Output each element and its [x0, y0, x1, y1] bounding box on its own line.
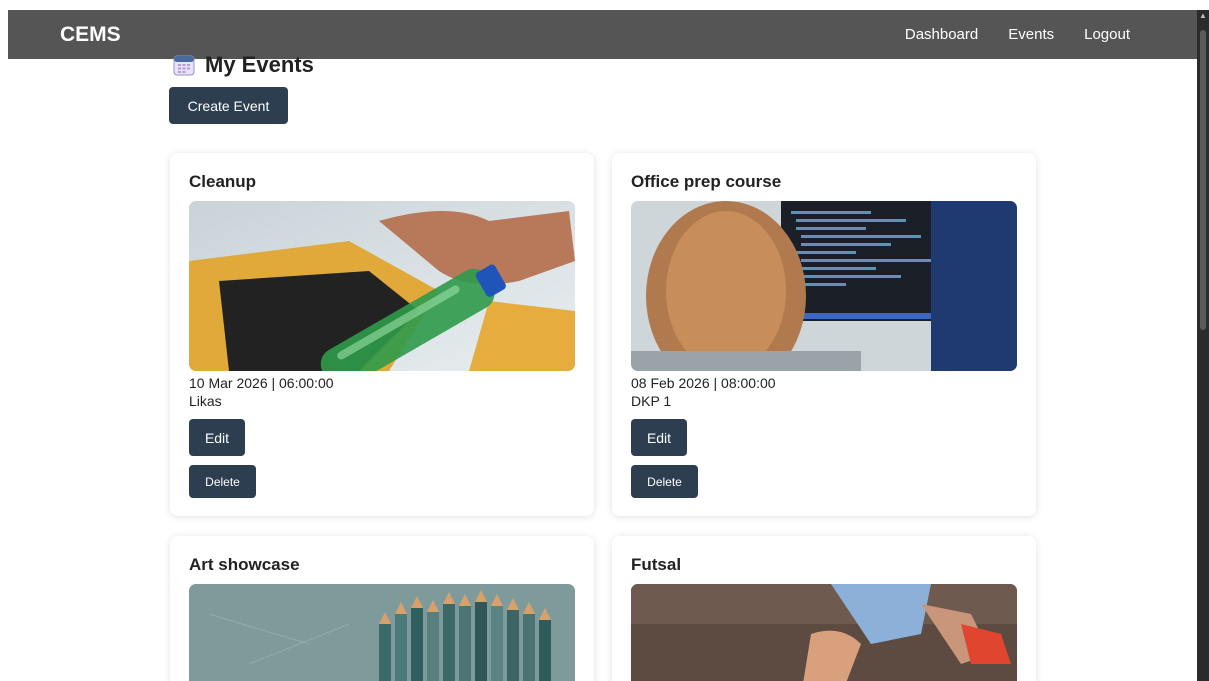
event-venue: DKP 1 — [631, 393, 672, 409]
page-title: My Events — [173, 52, 314, 78]
brand-logo[interactable]: CEMS — [60, 23, 121, 47]
event-image — [631, 201, 1017, 371]
event-title: Office prep course — [631, 172, 782, 191]
event-title: Futsal — [631, 555, 682, 574]
event-date: 10 Mar 2026 | 06:00:00 — [189, 375, 334, 391]
edit-button[interactable]: Edit — [189, 419, 245, 456]
event-venue: Likas — [189, 393, 222, 409]
create-event-button[interactable]: Create Event — [169, 87, 288, 124]
event-image — [189, 584, 575, 681]
event-card: Cleanup 10 Mar 2026 | 06:00:00 Likas Edi… — [170, 153, 594, 516]
nav-dashboard-link[interactable]: Dashboard — [905, 26, 978, 43]
event-card: Office prep course 08 Feb 2026 | 08:00:0… — [612, 153, 1036, 516]
event-card: Art showcase — [170, 536, 594, 681]
recycling-bottle-image — [189, 201, 575, 371]
delete-button[interactable]: Delete — [189, 465, 256, 498]
event-title: Cleanup — [189, 172, 257, 191]
futsal-player-image — [631, 584, 1017, 681]
person-coding-image — [631, 201, 1017, 371]
scrollbar[interactable]: ▲ — [1197, 10, 1209, 681]
page-title-text: My Events — [205, 52, 314, 77]
event-title: Art showcase — [189, 555, 300, 574]
scrollbar-thumb[interactable] — [1200, 30, 1206, 330]
event-date: 08 Feb 2026 | 08:00:00 — [631, 375, 776, 391]
colored-pencils-image — [189, 584, 575, 681]
nav-logout-link[interactable]: Logout — [1084, 26, 1130, 43]
nav-events-link[interactable]: Events — [1008, 26, 1054, 43]
calendar-icon — [173, 55, 195, 76]
event-image — [189, 201, 575, 371]
delete-button[interactable]: Delete — [631, 465, 698, 498]
edit-button[interactable]: Edit — [631, 419, 687, 456]
scroll-up-arrow-icon[interactable]: ▲ — [1199, 12, 1207, 20]
event-image — [631, 584, 1017, 681]
nav-links: Dashboard Events Logout — [905, 26, 1130, 43]
event-card: Futsal — [612, 536, 1036, 681]
